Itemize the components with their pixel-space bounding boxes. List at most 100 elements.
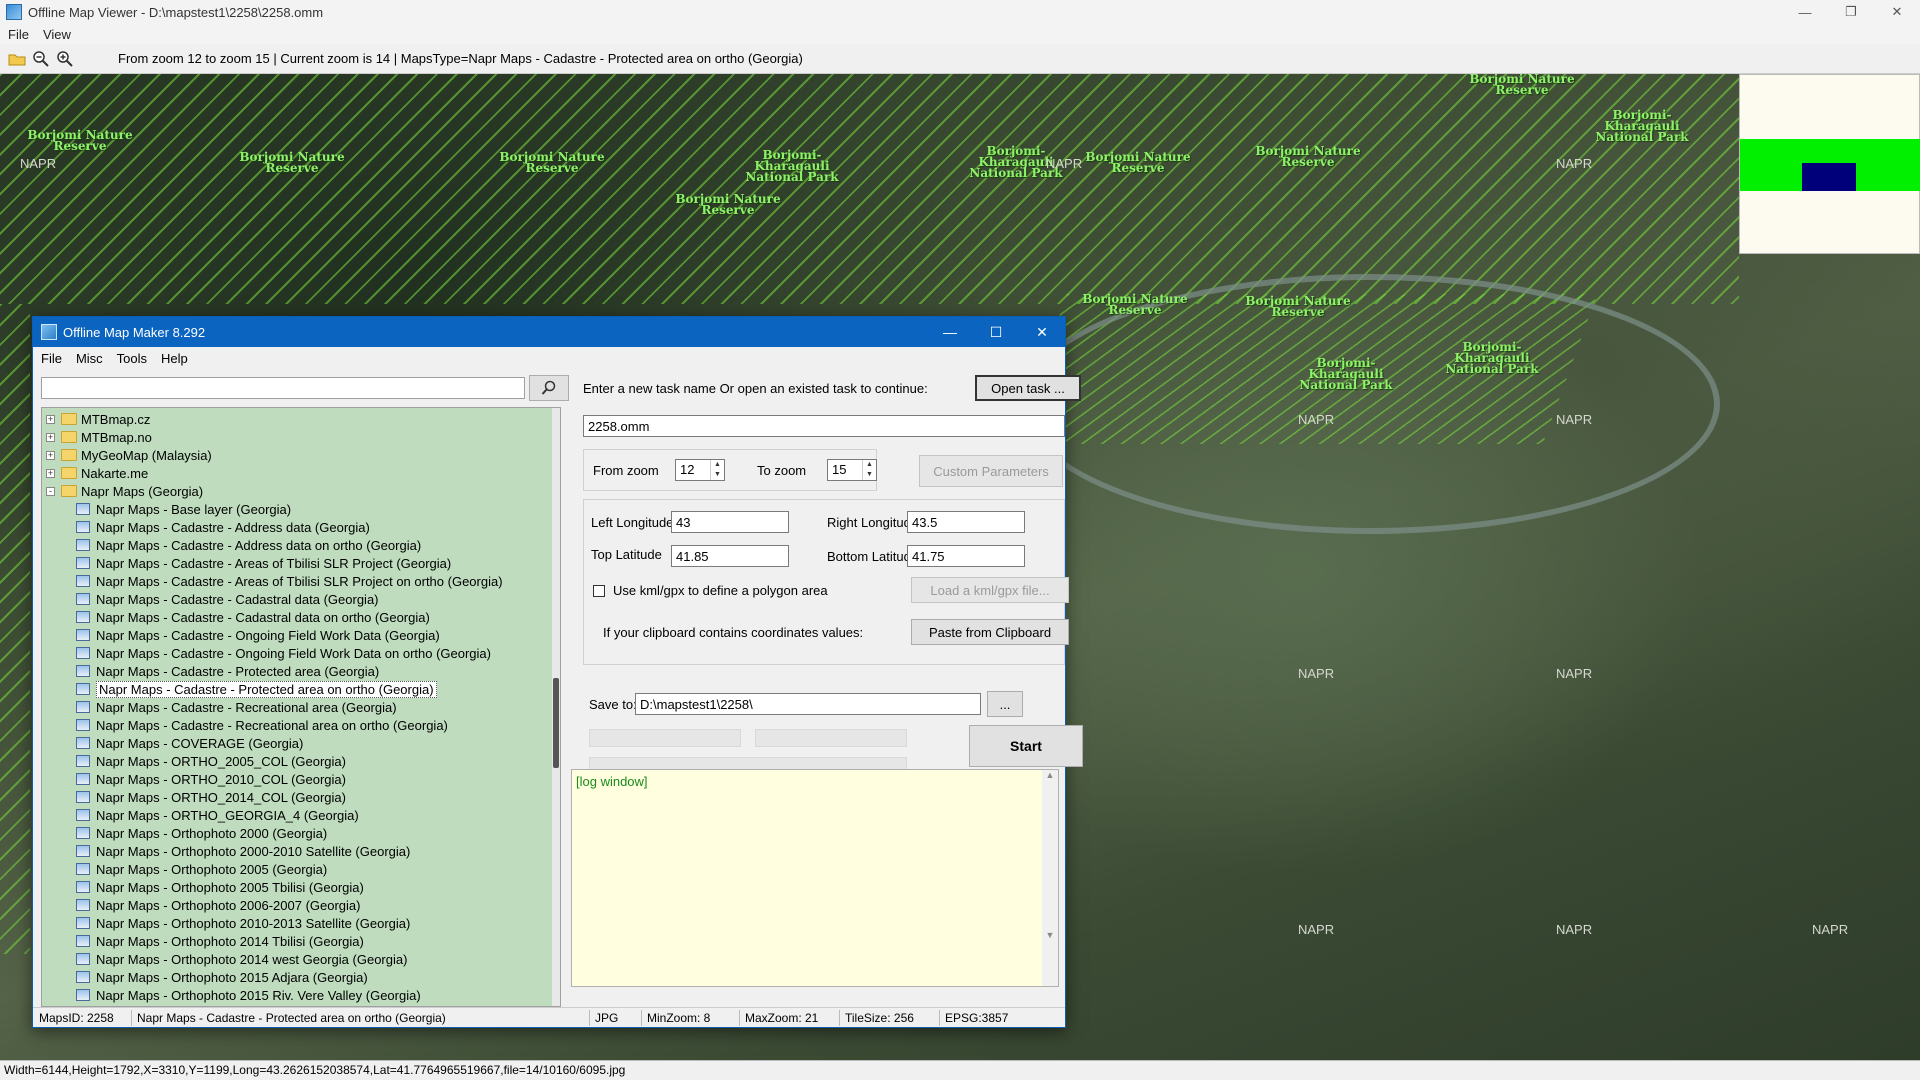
browse-button[interactable]: ...	[987, 691, 1023, 717]
from-zoom-spinner[interactable]: 12 ▲ ▼	[675, 459, 725, 481]
map-icon	[76, 863, 90, 875]
overview-minimap[interactable]	[1739, 74, 1920, 254]
tree-item-label: Napr Maps - Cadastre - Areas of Tbilisi …	[96, 573, 503, 589]
log-scrollbar[interactable]: ▲ ▼	[1042, 770, 1058, 986]
expand-icon[interactable]: +	[46, 432, 55, 442]
map-label: Borjomi Nature Reserve	[675, 192, 781, 217]
map-napr-label: NAPR	[1556, 412, 1593, 427]
close-icon[interactable]: ✕	[1019, 317, 1065, 347]
tree-item-label: Napr Maps - Orthophoto 2005 Tbilisi (Geo…	[96, 879, 364, 895]
tree-map-item[interactable]: Napr Maps - Orthophoto 2015 Riv. Vere Va…	[76, 986, 421, 1004]
map-napr-label: NAPR	[1556, 666, 1593, 681]
tree-map-item[interactable]: Napr Maps - Orthophoto 2006-2007 (Georgi…	[76, 896, 360, 914]
minimap-viewport[interactable]	[1802, 163, 1856, 191]
task-name-input[interactable]	[583, 415, 1065, 437]
tree-map-item[interactable]: Napr Maps - Cadastre - Recreational area…	[76, 716, 448, 734]
protected-area-overlay	[0, 74, 1739, 304]
tree-item-label: Napr Maps - Orthophoto 2014 west Georgia…	[96, 951, 408, 967]
map-napr-label: NAPR	[1298, 412, 1335, 427]
maximize-icon[interactable]: ❐	[1828, 0, 1874, 24]
kml-checkbox[interactable]	[593, 585, 605, 597]
tree-map-item[interactable]: Napr Maps - ORTHO_GEORGIA_4 (Georgia)	[76, 806, 359, 824]
expand-icon[interactable]: +	[46, 414, 55, 424]
tree-map-item[interactable]: Napr Maps - Cadastre - Protected area on…	[76, 680, 437, 698]
tree-map-item[interactable]: Napr Maps - Orthophoto 2014 Tbilisi (Geo…	[76, 932, 364, 950]
log-window[interactable]: [log window] ▲ ▼	[571, 769, 1059, 987]
custom-parameters-button[interactable]: Custom Parameters	[919, 455, 1063, 487]
tree-folder-item[interactable]: + Nakarte.me	[46, 464, 148, 482]
tree-folder-item[interactable]: + MyGeoMap (Malaysia)	[46, 446, 212, 464]
to-zoom-label: To zoom	[757, 463, 807, 478]
tree-map-item[interactable]: Napr Maps - Orthophoto 2010-2013 Satelli…	[76, 914, 410, 932]
tree-map-item[interactable]: Napr Maps - Base layer (Georgia)	[76, 500, 291, 518]
paste-clipboard-button[interactable]: Paste from Clipboard	[911, 619, 1069, 645]
tree-map-item[interactable]: Napr Maps - Cadastre - Cadastral data on…	[76, 608, 430, 626]
map-icon	[76, 665, 90, 677]
close-icon[interactable]: ✕	[1874, 0, 1920, 24]
expand-icon[interactable]: +	[46, 450, 55, 460]
spinner-arrows-icon[interactable]: ▲ ▼	[710, 460, 724, 480]
tree-map-item[interactable]: Napr Maps - Orthophoto 2014 west Georgia…	[76, 950, 407, 968]
kml-label: Use kml/gpx to define a polygon area	[613, 583, 828, 598]
tree-map-item[interactable]: Napr Maps - Cadastre - Ongoing Field Wor…	[76, 644, 491, 662]
tree-map-item[interactable]: Napr Maps - Cadastre - Recreational area…	[76, 698, 397, 716]
tree-map-item[interactable]: Napr Maps - Cadastre - Address data on o…	[76, 536, 421, 554]
menu-file[interactable]: File	[41, 351, 62, 366]
open-task-button[interactable]: Open task ...	[975, 375, 1081, 401]
zoom-out-icon[interactable]	[30, 48, 52, 70]
dialog-menubar: File Misc Tools Help	[33, 347, 1065, 369]
tree-map-item[interactable]: Napr Maps - Cadastre - Areas of Tbilisi …	[76, 554, 451, 572]
protected-area-overlay	[0, 304, 30, 954]
load-kml-button[interactable]: Load a kml/gpx file...	[911, 577, 1069, 603]
tree-folder-item[interactable]: - Napr Maps (Georgia)	[46, 482, 203, 500]
top-latitude-input[interactable]	[671, 545, 789, 567]
search-input[interactable]	[41, 377, 525, 399]
tree-map-item[interactable]: Napr Maps - Orthophoto 2000 (Georgia)	[76, 824, 327, 842]
save-to-input[interactable]	[635, 693, 981, 715]
folder-icon	[61, 485, 77, 497]
tree-map-item[interactable]: Napr Maps - Orthophoto 2015 Adjara (Geor…	[76, 968, 368, 986]
window-controls: — ❐ ✕	[1782, 0, 1920, 24]
tree-map-item[interactable]: Napr Maps - Cadastre - Ongoing Field Wor…	[76, 626, 440, 644]
tree-map-item[interactable]: Napr Maps - Cadastre - Cadastral data (G…	[76, 590, 379, 608]
menu-misc[interactable]: Misc	[76, 351, 103, 366]
right-longitude-input[interactable]	[907, 511, 1025, 533]
menu-view[interactable]: View	[43, 27, 71, 42]
search-button[interactable]	[529, 375, 569, 401]
map-icon	[76, 701, 90, 713]
tree-map-item[interactable]: Napr Maps - Cadastre - Address data (Geo…	[76, 518, 370, 536]
maps-tree[interactable]: + MTBmap.cz + MTBmap.no + MyGeoMap (Malaysia)…	[41, 407, 561, 1007]
minimize-icon[interactable]: —	[1782, 0, 1828, 24]
collapse-icon[interactable]: -	[46, 486, 55, 496]
to-zoom-spinner[interactable]: 15 ▲ ▼	[827, 459, 877, 481]
tree-scrollbar[interactable]	[552, 408, 560, 1006]
start-button[interactable]: Start	[969, 725, 1083, 767]
spinner-arrows-icon[interactable]: ▲ ▼	[862, 460, 876, 480]
bottom-latitude-input[interactable]	[907, 545, 1025, 567]
tree-map-item[interactable]: Napr Maps - ORTHO_2005_COL (Georgia)	[76, 752, 346, 770]
tree-map-item[interactable]: Napr Maps - Orthophoto 2005 Tbilisi (Geo…	[76, 878, 364, 896]
tree-map-item[interactable]: Napr Maps - Orthophoto 2000-2010 Satelli…	[76, 842, 410, 860]
scrollbar-thumb[interactable]	[553, 678, 559, 768]
tree-map-item[interactable]: Napr Maps - COVERAGE (Georgia)	[76, 734, 303, 752]
tree-map-item[interactable]: Napr Maps - Cadastre - Areas of Tbilisi …	[76, 572, 503, 590]
zoom-in-icon[interactable]	[54, 48, 76, 70]
tree-map-item[interactable]: Napr Maps - Orthophoto 2005 (Georgia)	[76, 860, 327, 878]
app-icon	[6, 4, 22, 20]
tree-folder-item[interactable]: + MTBmap.no	[46, 428, 152, 446]
menu-help[interactable]: Help	[161, 351, 188, 366]
map-icon	[76, 593, 90, 605]
menu-file[interactable]: File	[8, 27, 29, 42]
tree-map-item[interactable]: Napr Maps - ORTHO_2014_COL (Georgia)	[76, 788, 346, 806]
tree-map-item[interactable]: Napr Maps - Cadastre - Protected area (G…	[76, 662, 379, 680]
minimize-icon[interactable]: —	[927, 317, 973, 347]
open-folder-icon[interactable]	[6, 48, 28, 70]
left-longitude-input[interactable]	[671, 511, 789, 533]
tree-map-item[interactable]: Napr Maps - ORTHO_2010_COL (Georgia)	[76, 770, 346, 788]
tree-item-label: Napr Maps - Cadastre - Cadastral data (G…	[96, 591, 379, 607]
tree-folder-item[interactable]: + MTBmap.cz	[46, 410, 150, 428]
from-zoom-label: From zoom	[593, 463, 659, 478]
menu-tools[interactable]: Tools	[117, 351, 147, 366]
maximize-icon[interactable]: ☐	[973, 317, 1019, 347]
expand-icon[interactable]: +	[46, 468, 55, 478]
